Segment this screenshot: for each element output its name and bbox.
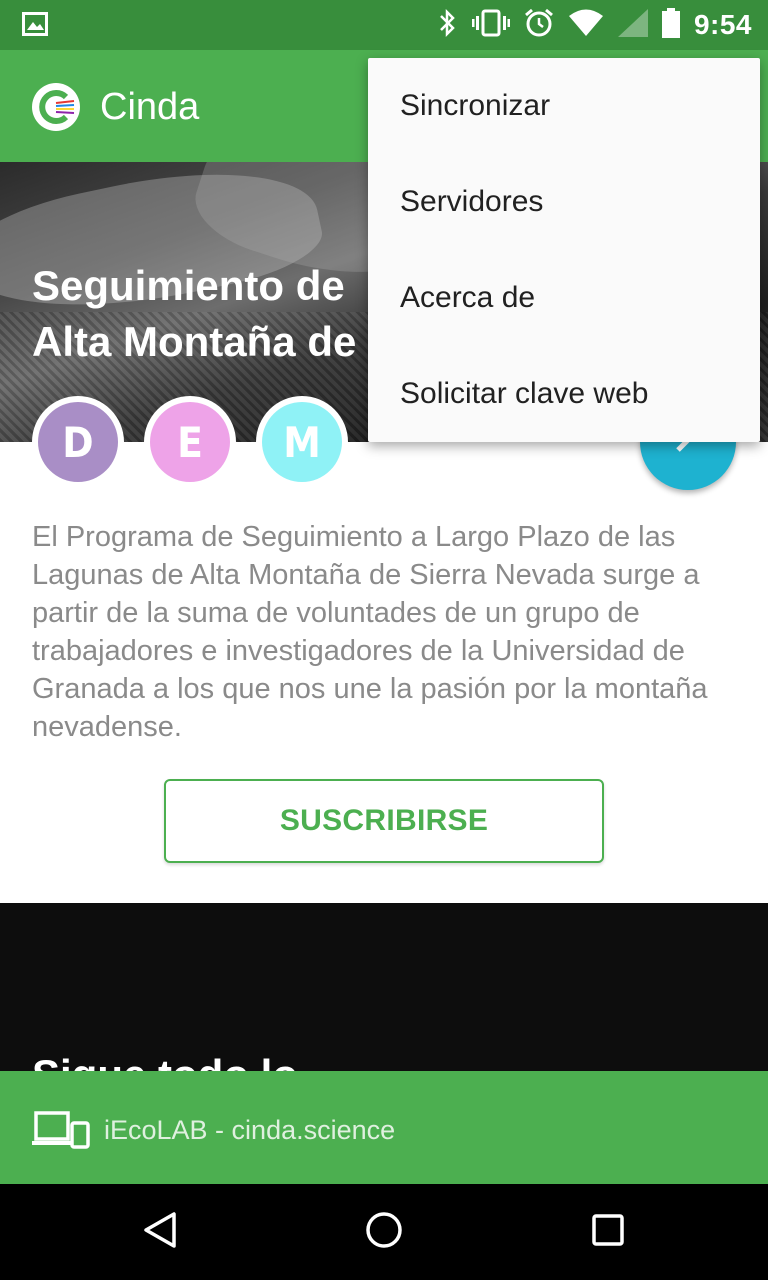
recents-icon — [588, 1210, 628, 1255]
footer-text: iEcoLAB - cinda.science — [104, 1115, 396, 1145]
bluetooth-icon — [438, 8, 458, 43]
avatar-letter: E — [150, 402, 230, 482]
dark-section: Sigue todo lo — [0, 903, 768, 1073]
avatar-letter: D — [38, 402, 118, 482]
image-notification-icon — [22, 12, 48, 41]
footer-bar[interactable]: iEcoLAB - cinda.science — [0, 1071, 768, 1184]
menu-item-acerca-de[interactable]: Acerca de — [368, 250, 760, 346]
avatar-letter: M — [262, 402, 342, 482]
status-time: 9:54 — [693, 9, 752, 40]
cinda-logo-icon — [32, 83, 80, 131]
battery-icon — [661, 7, 680, 43]
project-description: El Programa de Seguimiento a Largo Plazo… — [32, 521, 708, 743]
recents-button[interactable] — [584, 1208, 632, 1256]
status-bar: 9:54 — [0, 0, 768, 50]
menu-item-sincronizar[interactable]: Sincronizar — [368, 58, 760, 154]
vibrate-icon — [471, 9, 510, 42]
home-icon — [364, 1210, 404, 1255]
overflow-menu: Sincronizar Servidores Acerca de Solicit… — [368, 58, 760, 442]
subscribe-button[interactable]: SUSCRIBIRSE — [164, 779, 604, 863]
alarm-icon — [524, 8, 554, 43]
navigation-bar — [0, 1184, 768, 1280]
section-title: Sigue todo lo — [32, 1051, 298, 1073]
avatar[interactable]: D — [32, 396, 124, 488]
home-button[interactable] — [360, 1208, 408, 1256]
devices-icon — [32, 1111, 90, 1149]
avatar[interactable]: E — [144, 396, 236, 488]
back-icon — [140, 1210, 180, 1255]
menu-item-servidores[interactable]: Servidores — [368, 154, 760, 250]
signal-icon — [617, 8, 648, 42]
avatar[interactable]: M — [256, 396, 348, 488]
wifi-icon — [568, 9, 604, 42]
back-button[interactable] — [136, 1208, 184, 1256]
menu-item-solicitar-clave-web[interactable]: Solicitar clave web — [368, 346, 760, 442]
member-avatars: D E M — [32, 396, 348, 488]
app-title: Cinda — [100, 86, 200, 128]
